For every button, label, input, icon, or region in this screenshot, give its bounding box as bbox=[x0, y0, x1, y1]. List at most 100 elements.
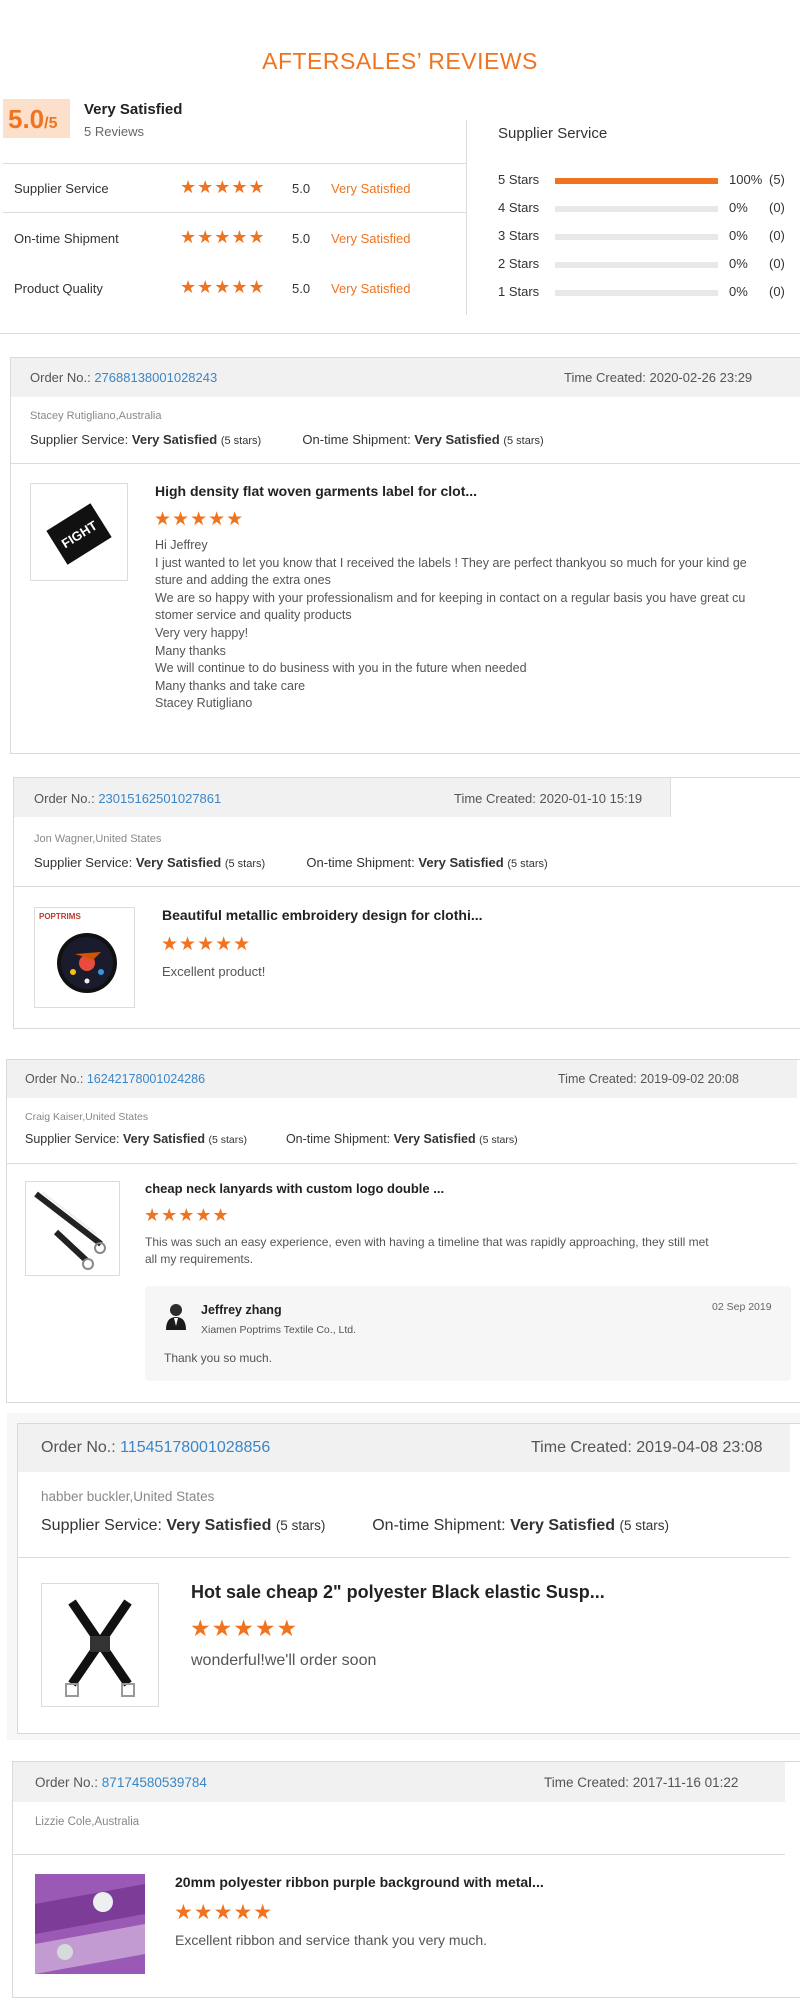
review-text: Excellent product! bbox=[162, 964, 266, 979]
divider bbox=[3, 212, 466, 213]
product-name[interactable]: 20mm polyester ribbon purple background … bbox=[175, 1874, 544, 1890]
distribution-count: (0) bbox=[769, 256, 785, 271]
product-name[interactable]: cheap neck lanyards with custom logo dou… bbox=[145, 1181, 444, 1196]
distribution-percent: 0% bbox=[729, 200, 748, 215]
star-rating: ★★★★★ bbox=[174, 1901, 274, 1924]
divider bbox=[3, 163, 466, 164]
time-created: Time Created: 2020-02-26 23:29 bbox=[564, 370, 753, 385]
patch-thumbnail: POPTRIMS bbox=[39, 912, 117, 993]
review-text: Hi Jeffrey I just wanted to let you know… bbox=[155, 538, 747, 711]
order-link[interactable]: 16242178001024286 bbox=[87, 1072, 205, 1086]
order-link[interactable]: 87174580539784 bbox=[102, 1775, 207, 1790]
page-title: AFTERSALES’ REVIEWS bbox=[262, 48, 538, 74]
star-rating: ★★★★★ bbox=[161, 934, 252, 955]
reviewer-name: Craig Kaiser,United States bbox=[25, 1111, 149, 1123]
star-level-label: 5 Stars bbox=[498, 172, 540, 187]
label-thumbnail: FIGHT bbox=[46, 503, 112, 565]
order-number: Order No.: 87174580539784 bbox=[35, 1775, 207, 1790]
distribution-count: (0) bbox=[769, 228, 785, 243]
distribution-bar-fill bbox=[555, 178, 718, 184]
order-link[interactable]: 11545178001028856 bbox=[120, 1439, 270, 1456]
distribution-title: Supplier Service bbox=[498, 125, 608, 142]
distribution-percent: 0% bbox=[729, 284, 748, 299]
reply-date: 02 Sep 2019 bbox=[712, 1301, 772, 1313]
suspender-thumbnail bbox=[65, 1599, 135, 1697]
star-level-label: 4 Stars bbox=[498, 200, 540, 215]
distribution-count: (0) bbox=[769, 284, 785, 299]
rating-word: Very Satisfied bbox=[331, 181, 411, 196]
service-ratings: Supplier Service: Very Satisfied (5 star… bbox=[25, 1132, 518, 1146]
rating-value: 5.0 bbox=[292, 231, 311, 246]
distribution-percent: 0% bbox=[729, 228, 748, 243]
time-created: Time Created: 2019-09-02 20:08 bbox=[558, 1072, 739, 1086]
product-image[interactable] bbox=[25, 1181, 120, 1276]
time-created: Time Created: 2020-01-10 15:19 bbox=[454, 791, 643, 806]
distribution-bar-track bbox=[555, 178, 718, 184]
order-number: Order No.: 16242178001024286 bbox=[25, 1072, 206, 1086]
reply-text: Thank you so much. bbox=[164, 1351, 273, 1365]
star-rating: ★★★★★ bbox=[154, 509, 245, 530]
review-text: wonderful!we'll order soon bbox=[191, 1652, 377, 1669]
svg-text:POPTRIMS: POPTRIMS bbox=[39, 912, 81, 921]
reviewer-name: Lizzie Cole,Australia bbox=[35, 1816, 140, 1828]
rating-value: 5.0 bbox=[292, 281, 311, 296]
product-image[interactable]: POPTRIMS bbox=[34, 907, 135, 1008]
rating-label: Supplier Service bbox=[14, 181, 109, 196]
product-image[interactable]: FIGHT bbox=[30, 483, 128, 581]
time-created: Time Created: 2019-04-08 23:08 bbox=[531, 1439, 763, 1456]
service-ratings: Supplier Service: Very Satisfied (5 star… bbox=[30, 432, 544, 447]
reply-author: Jeffrey zhang bbox=[201, 1303, 282, 1317]
divider bbox=[13, 1854, 785, 1855]
star-rating: ★★★★★ bbox=[180, 227, 266, 247]
rating-label: Product Quality bbox=[14, 281, 103, 296]
reviewer-name: habber buckler,United States bbox=[41, 1489, 215, 1504]
star-level-label: 3 Stars bbox=[498, 228, 540, 243]
distribution-bar-track bbox=[555, 234, 718, 240]
product-image[interactable] bbox=[41, 1583, 159, 1707]
reply-company: Xiamen Poptrims Textile Co., Ltd. bbox=[201, 1324, 357, 1336]
order-link[interactable]: 27688138001028243 bbox=[94, 370, 217, 385]
divider bbox=[466, 120, 467, 315]
rating-value: 5.0 bbox=[292, 181, 311, 196]
lanyard-thumbnail bbox=[34, 1191, 106, 1270]
overall-score: 5.0/5 bbox=[8, 104, 58, 134]
distribution-bar-track bbox=[555, 262, 718, 268]
overall-label: Very Satisfied bbox=[84, 101, 183, 118]
review-text: This was such an easy experience, even w… bbox=[145, 1235, 709, 1266]
review-text: Excellent ribbon and service thank you v… bbox=[175, 1932, 488, 1948]
product-name[interactable]: Beautiful metallic embroidery design for… bbox=[162, 907, 483, 923]
product-image[interactable] bbox=[35, 1874, 145, 1974]
review-count: 5 Reviews bbox=[84, 124, 144, 139]
distribution-percent: 0% bbox=[729, 256, 748, 271]
service-ratings: Supplier Service: Very Satisfied (5 star… bbox=[34, 855, 548, 870]
time-created: Time Created: 2017-11-16 01:22 bbox=[544, 1775, 739, 1790]
star-rating: ★★★★★ bbox=[180, 277, 266, 297]
order-link[interactable]: 23015162501027861 bbox=[98, 791, 221, 806]
service-ratings: Supplier Service: Very Satisfied (5 star… bbox=[41, 1517, 669, 1534]
order-number: Order No.: 27688138001028243 bbox=[30, 370, 218, 385]
distribution-bar-track bbox=[555, 290, 718, 296]
order-number: Order No.: 11545178001028856 bbox=[41, 1439, 271, 1456]
ribbon-thumbnail bbox=[35, 1874, 145, 1974]
rating-word: Very Satisfied bbox=[331, 281, 411, 296]
reviewer-name: Jon Wagner,United States bbox=[34, 833, 162, 845]
distribution-percent: 100% bbox=[729, 172, 763, 187]
rating-word: Very Satisfied bbox=[331, 231, 411, 246]
avatar bbox=[165, 1302, 187, 1330]
star-rating: ★★★★★ bbox=[144, 1205, 230, 1225]
rating-label: On-time Shipment bbox=[14, 231, 119, 246]
star-rating: ★★★★★ bbox=[180, 177, 266, 197]
divider bbox=[18, 1557, 790, 1558]
divider bbox=[11, 463, 800, 464]
divider bbox=[7, 1163, 797, 1164]
distribution-bar-track bbox=[555, 206, 718, 212]
divider bbox=[0, 333, 800, 334]
divider bbox=[14, 886, 800, 887]
star-level-label: 2 Stars bbox=[498, 256, 540, 271]
distribution-count: (0) bbox=[769, 200, 785, 215]
distribution-count: (5) bbox=[769, 172, 785, 187]
star-rating: ★★★★★ bbox=[190, 1615, 299, 1641]
order-number: Order No.: 23015162501027861 bbox=[34, 791, 222, 806]
product-name[interactable]: High density flat woven garments label f… bbox=[155, 483, 477, 499]
product-name[interactable]: Hot sale cheap 2" polyester Black elasti… bbox=[191, 1582, 605, 1603]
